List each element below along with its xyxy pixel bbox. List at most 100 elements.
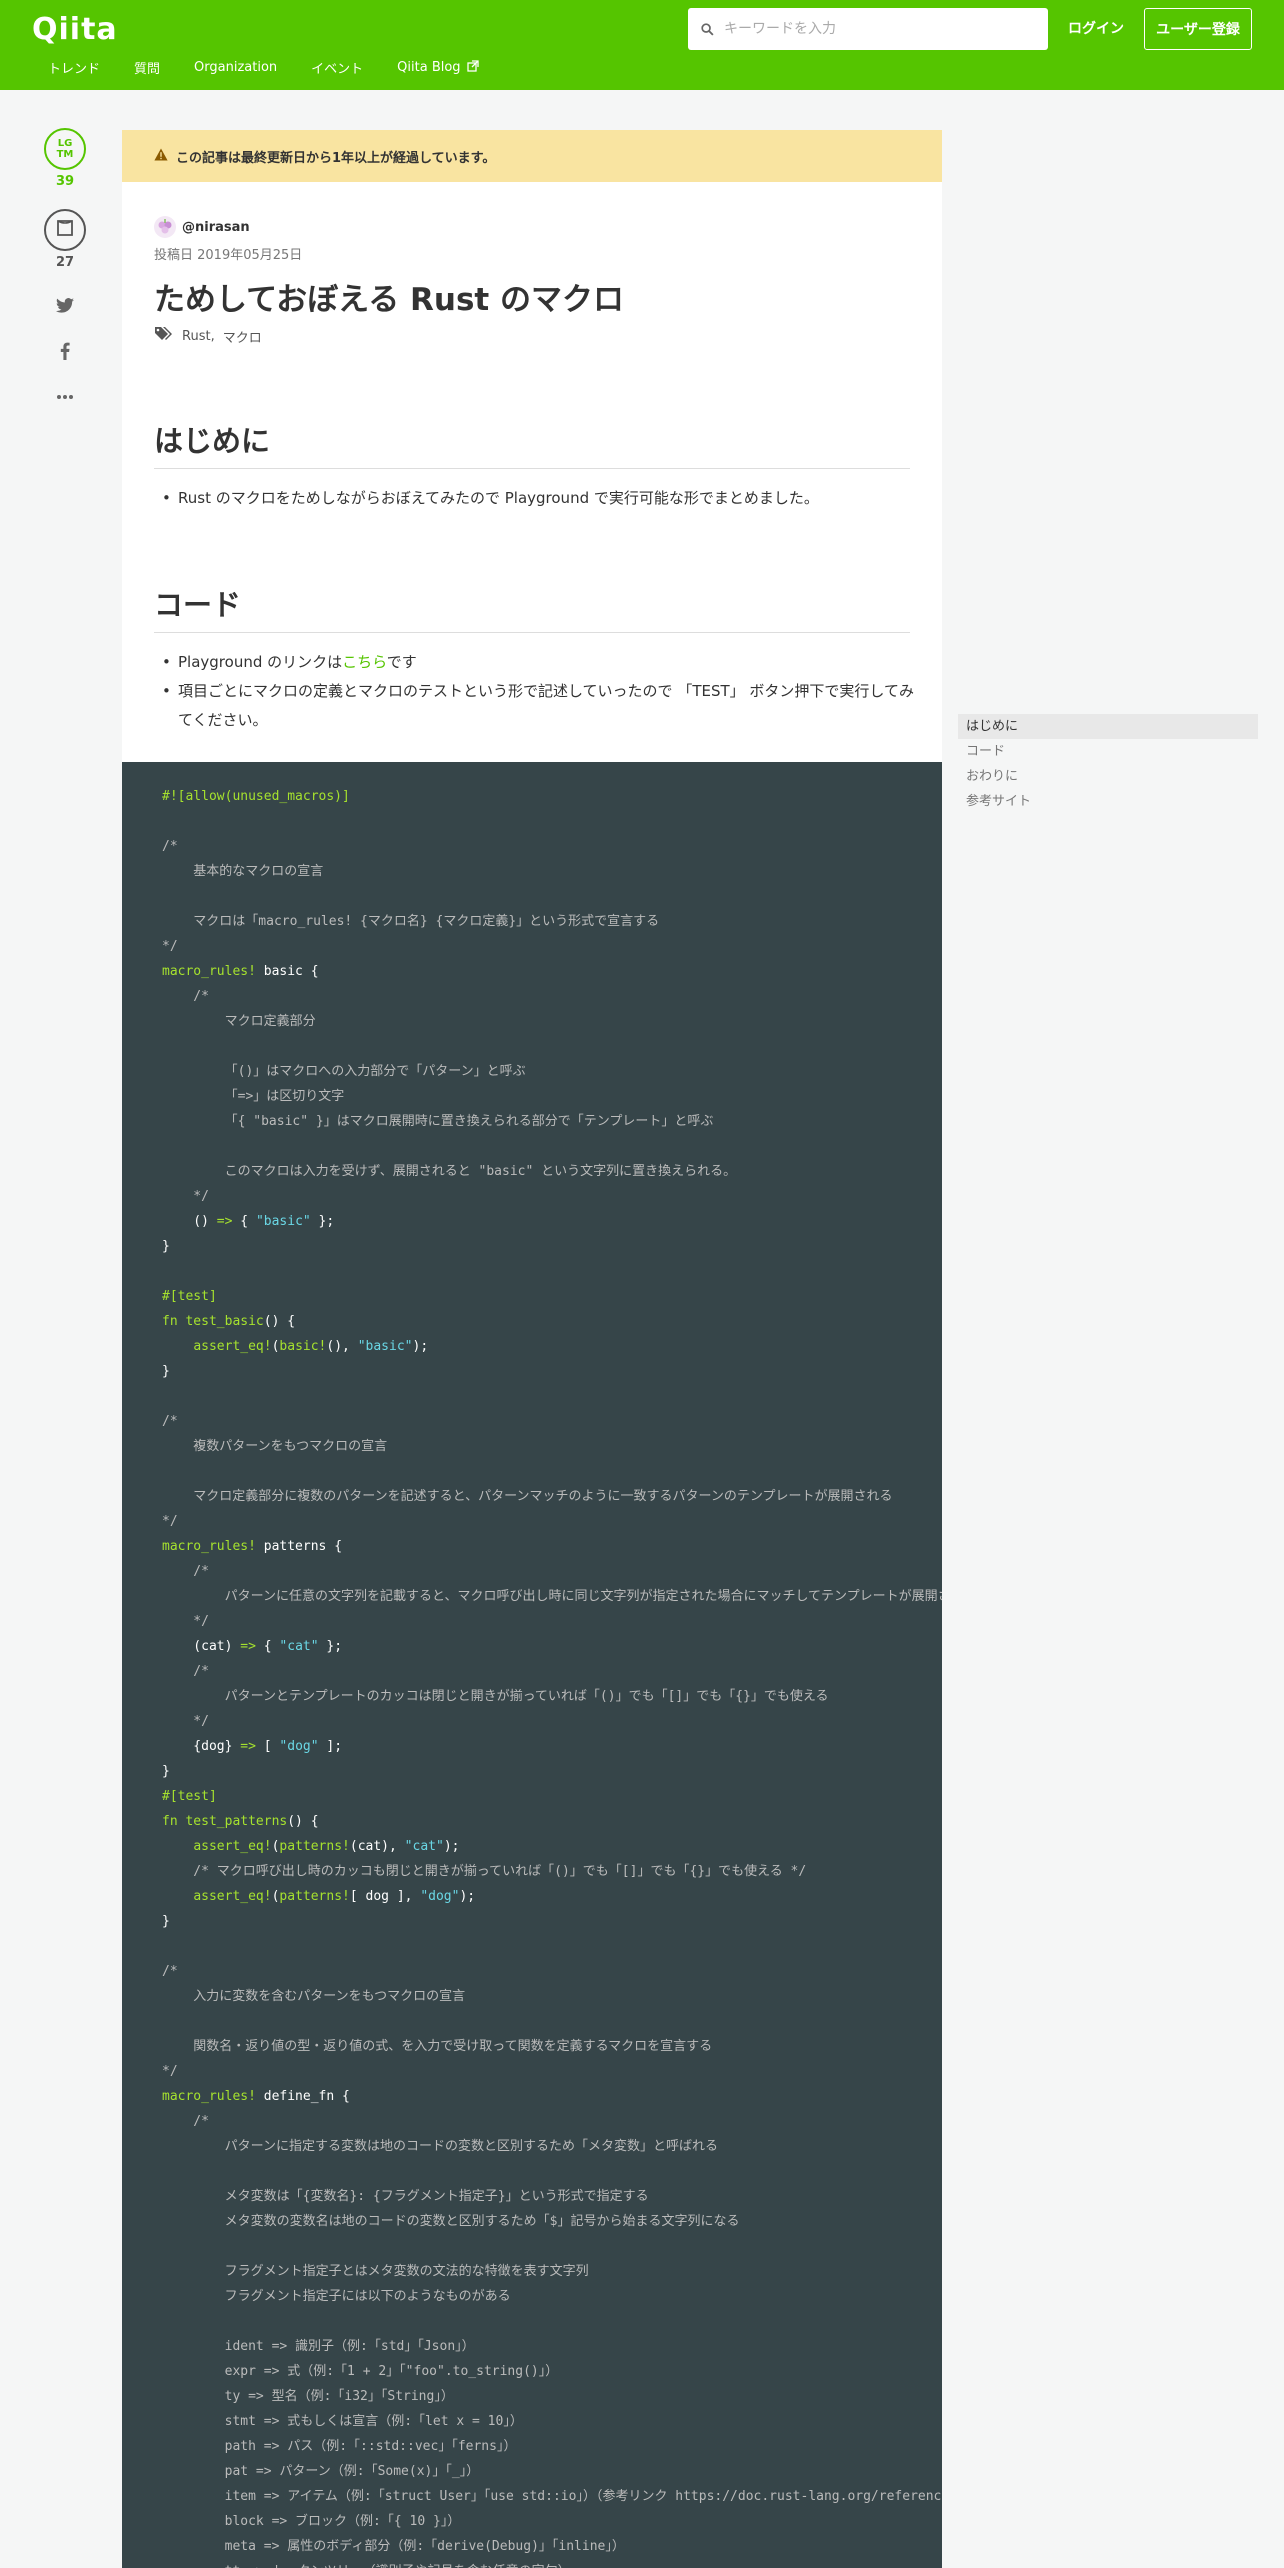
code-block: #![allow(unused_macros)] /* 基本的なマクロの宣言 マク… [122, 762, 942, 2568]
code-line: /* [162, 1964, 178, 1979]
nav-qiita-blog-label: Qiita Blog [397, 60, 461, 75]
code-line: マクロは「macro_rules! {マクロ名} {マクロ定義}」という形式で宣… [162, 914, 660, 929]
code-line: 複数パターンをもつマクロの宣言 [162, 1439, 388, 1454]
posted-date: 投稿日 2019年05月25日 [154, 248, 303, 263]
author[interactable]: @nirasan [154, 216, 250, 238]
nav-question[interactable]: 質問 [117, 58, 177, 77]
code-line: 「=>」は区切り文字 [162, 1089, 345, 1104]
avatar [154, 216, 176, 238]
code-line: 入力に変数を含むパターンをもつマクロの宣言 [162, 1989, 466, 2004]
signup-button[interactable]: ユーザー登録 [1144, 8, 1252, 50]
code-line: tt => トークンツリー（識別子や記号を含む任意の字句） [162, 2559, 942, 2568]
code-line: 基本的なマクロの宣言 [162, 864, 324, 879]
warning-text: この記事は最終更新日から1年以上が経過しています。 [176, 150, 496, 166]
code-line: /* [162, 1564, 209, 1579]
qiita-logo[interactable]: Qiita [32, 12, 118, 47]
lgtm-label: LG TM [56, 138, 74, 160]
toc-item-conclusion[interactable]: おわりに [958, 764, 1258, 789]
list-item: Rust のマクロをためしながらおぼえてみたので Playground で実行可… [162, 484, 918, 513]
outdated-warning: この記事は最終更新日から1年以上が経過しています。 [122, 130, 942, 182]
code-line: */ [162, 1189, 209, 1204]
code-line: assert_eq!(basic!(), "basic"); [193, 1339, 429, 1354]
twitter-icon[interactable] [44, 294, 86, 316]
warning-icon [154, 148, 168, 165]
lgtm-count: 39 [55, 174, 75, 189]
code-line: */ [162, 1514, 178, 1529]
code-line: path => パス（例:「::std::vec」「ferns」） [162, 2439, 517, 2454]
toc-item-references[interactable]: 参考サイト [958, 789, 1258, 814]
code-line: /* マクロ呼び出し時のカッコも閉じと開きが揃っていれば「()」でも「[]」でも… [162, 1864, 807, 1879]
stock-button[interactable] [44, 209, 86, 251]
tag-rust[interactable]: Rust, [182, 329, 215, 344]
table-of-contents: はじめに コード おわりに 参考サイト [958, 714, 1258, 814]
code-line: ident => 識別子（例:「std」「Json」） [162, 2339, 475, 2354]
code-line: () => { "basic" }; [162, 1214, 335, 1229]
code-line: block => ブロック（例:「{ 10 }」） [162, 2514, 461, 2529]
code-line: #![allow(unused_macros)] [162, 789, 350, 804]
nav-qiita-blog[interactable]: Qiita Blog [380, 58, 495, 77]
code-line: macro_rules! basic { [162, 964, 319, 979]
code-line: #[test] [162, 1289, 217, 1304]
code-line: assert_eq!(patterns!(cat), "cat"); [193, 1839, 460, 1854]
code-line: fn test_patterns() { [162, 1814, 319, 1829]
article: この記事は最終更新日から1年以上が経過しています。 @nirasan 投稿日 2… [122, 130, 942, 2568]
tag-icon [154, 326, 174, 346]
code-line: 「()」はマクロへの入力部分で「パターン」と呼ぶ [162, 1064, 526, 1079]
stock-count: 27 [55, 255, 75, 270]
lgtm-button[interactable]: LG TM [44, 128, 86, 170]
login-link[interactable]: ログイン [1068, 18, 1124, 38]
search-icon [698, 20, 716, 38]
intro-list: Rust のマクロをためしながらおぼえてみたので Playground で実行可… [162, 484, 918, 513]
nav-event[interactable]: イベント [294, 58, 380, 77]
code-line: メタ変数の変数名は地のコードの変数と区別するため「$」記号から始まる文字列になる [162, 2214, 740, 2229]
code-line: パターンに任意の文字列を記載すると、マクロ呼び出し時に同じ文字列が指定された場合… [162, 1589, 942, 1604]
code-line: /* [162, 989, 209, 1004]
search-input[interactable] [716, 9, 1048, 49]
code-line: /* [162, 1664, 209, 1679]
code-line: /* [162, 2114, 209, 2129]
stock-icon [56, 218, 74, 242]
tag-list: Rust, マクロ [154, 326, 262, 346]
code-line: fn test_basic() { [162, 1314, 296, 1329]
code-line: } [162, 1764, 170, 1779]
code-line: パターンとテンプレートのカッコは閉じと開きが揃っていれば「()」でも「[]」でも… [162, 1689, 829, 1704]
code-line: */ [162, 939, 178, 954]
search-box[interactable] [688, 8, 1048, 50]
code-line: ty => 型名（例:「i32」「String」） [162, 2389, 454, 2404]
external-link-icon [466, 59, 479, 76]
code-line: フラグメント指定子には以下のようなものがある [162, 2289, 511, 2304]
code-line: */ [162, 2064, 178, 2079]
toc-item-code[interactable]: コード [958, 739, 1258, 764]
nav-organization[interactable]: Organization [177, 58, 294, 77]
code-line: macro_rules! patterns { [162, 1539, 343, 1554]
code-line: meta => 属性のボディ部分（例:「derive(Debug)」「inlin… [162, 2539, 625, 2554]
list-item: 項目ごとにマクロの定義とマクロのテストという形で記述していったので 「TEST」… [162, 677, 918, 735]
more-icon[interactable] [44, 386, 86, 408]
code-line: マクロ定義部分 [162, 1014, 316, 1029]
site-header: Qiita ログイン ユーザー登録 トレンド 質問 Organization イ… [0, 0, 1284, 90]
playground-link[interactable]: こちら [342, 653, 387, 671]
section-heading-code: コード [154, 582, 910, 633]
toc-item-intro[interactable]: はじめに [958, 714, 1258, 739]
nav-trend[interactable]: トレンド [30, 58, 117, 77]
facebook-icon[interactable] [44, 340, 86, 362]
code-line: macro_rules! define_fn { [162, 2089, 350, 2104]
tag-macro[interactable]: マクロ [223, 327, 262, 346]
social-sidebar: LG TM 39 27 [44, 128, 86, 408]
code-line: item => アイテム（例:「struct User」「use std::io… [224, 2489, 942, 2504]
code-line: {dog} => [ "dog" ]; [162, 1739, 343, 1754]
code-line: フラグメント指定子とはメタ変数の文法的な特徴を表す文字列 [162, 2264, 589, 2279]
code-line: pat => パターン（例:「Some(x)」「_」） [162, 2464, 480, 2479]
code-line: */ [162, 1614, 209, 1629]
global-nav: トレンド 質問 Organization イベント Qiita Blog [30, 58, 496, 77]
code-line: (cat) => { "cat" }; [162, 1639, 343, 1654]
